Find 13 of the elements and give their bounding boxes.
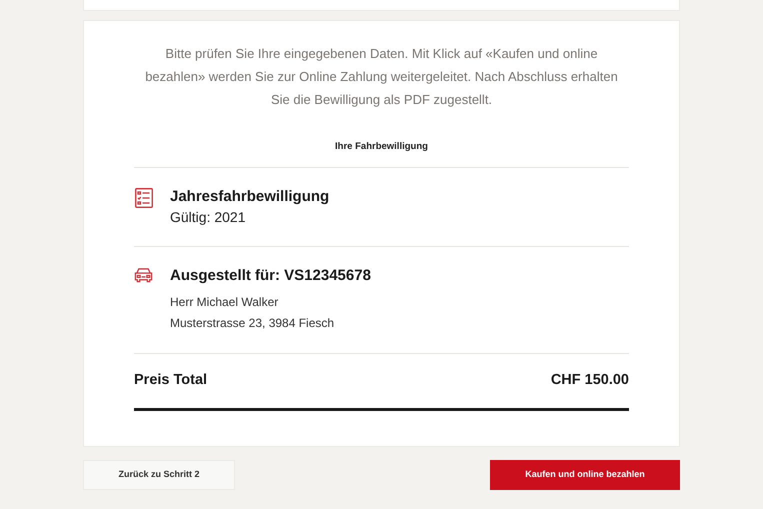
- buy-button[interactable]: Kaufen und online bezahlen: [490, 460, 680, 490]
- section-title: Ihre Fahrbewilligung: [134, 140, 629, 168]
- back-button[interactable]: Zurück zu Schritt 2: [83, 460, 235, 490]
- item-detail: Musterstrasse 23, 3984 Fiesch: [170, 315, 336, 332]
- checklist-icon: [134, 188, 152, 208]
- item-title: Jahresfahrbewilligung: [170, 187, 330, 208]
- item-detail: Gültig: 2021: [170, 208, 246, 228]
- total-label: Preis Total: [134, 371, 208, 390]
- total-amount: CHF 150.00: [550, 371, 629, 390]
- car-icon: [134, 267, 153, 284]
- item-detail: Herr Michael Walker: [170, 294, 280, 312]
- intro-text: Bitte prüfen Sie Ihre eingegebenen Daten. Mit Klick auf «Kaufen und online bezahlen» werden Sie zur Online Zahlung weitergeleitet. Nach Abschluss erhalten Sie die Bewilligung als PDF zugestellt.: [144, 45, 619, 109]
- item-title: Ausgestellt für: VS12345678: [170, 266, 371, 286]
